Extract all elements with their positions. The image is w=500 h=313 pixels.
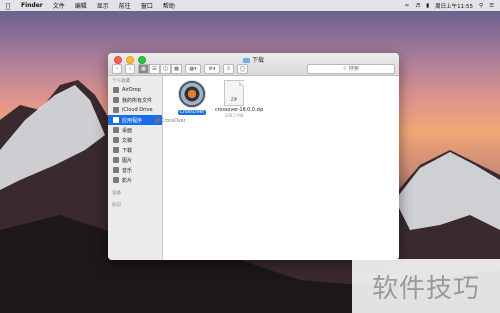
window-title-text: 下载 <box>251 57 264 64</box>
menu-file[interactable]: 文件 <box>48 1 70 10</box>
sidebar-item-documents[interactable]: 文稿 <box>108 135 162 145</box>
sidebar-item-label: iCloud Drive <box>122 107 153 113</box>
sidebar-item-all-files[interactable]: 我的所有文件 <box>108 95 162 105</box>
watermark: 软件技巧 <box>352 259 500 313</box>
cover-flow-button[interactable]: ▩ <box>171 63 182 74</box>
sidebar-item-pictures[interactable]: 图片 <box>108 155 162 165</box>
toolbar: ‹ › ▦ ☰ ◫ ▩ ▦▾ ⚙▾ ⇧ ◯ ⚲ <box>112 63 395 74</box>
apple-icon[interactable]:  <box>0 2 16 10</box>
column-view-button[interactable]: ◫ <box>160 63 171 74</box>
music-icon <box>113 167 119 173</box>
group-button[interactable]: ▦▾ <box>185 63 201 74</box>
sidebar-item-desktop[interactable]: 桌面 <box>108 125 162 135</box>
documents-icon <box>113 137 119 143</box>
file-size: 208.5 MB <box>224 113 244 118</box>
tags-button[interactable]: ◯ <box>237 63 248 74</box>
zip-tag: ZIP <box>230 97 238 102</box>
file-name: CrossOver <box>177 110 207 115</box>
file-browser-content[interactable]: CrossOver ZIP crossover-16.0.0.zip 208.5… <box>155 76 399 260</box>
back-button[interactable]: ‹ <box>112 63 122 74</box>
crossover-app-icon <box>178 80 206 108</box>
view-switcher: ▦ ☰ ◫ ▩ <box>138 63 182 74</box>
notification-center-icon[interactable]: ☰ <box>489 3 494 9</box>
clock[interactable]: 周日上午11:55 <box>435 2 473 10</box>
sidebar-item-downloads[interactable]: 下载 <box>108 145 162 155</box>
pictures-icon <box>113 157 119 163</box>
sidebar: 个人收藏 AirDrop 我的所有文件 iCloud Drive 应用程序 桌面… <box>108 76 163 260</box>
action-gear-button[interactable]: ⚙▾ <box>204 63 220 74</box>
drag-preview: CrossOver <box>155 118 186 124</box>
sidebar-item-label: 桌面 <box>122 127 133 134</box>
search-field[interactable]: ⚲ <box>307 63 395 74</box>
desktop-icon <box>113 127 119 133</box>
crossover-drag-icon <box>155 118 160 123</box>
sidebar-item-label: 图片 <box>122 157 133 164</box>
downloads-icon <box>113 147 119 153</box>
window-titlebar[interactable]: 下载 ‹ › ▦ ☰ ◫ ▩ ▦▾ ⚙▾ ⇧ ◯ ⚲ <box>108 53 399 76</box>
search-input[interactable] <box>348 65 359 72</box>
folder-icon <box>242 57 250 63</box>
sidebar-item-music[interactable]: 音乐 <box>108 165 162 175</box>
status-area: ≈ ♬ ▮ 周日上午11:55 ⚲ ☰ <box>405 2 500 10</box>
airdrop-icon <box>113 87 119 93</box>
menu-go[interactable]: 前往 <box>114 1 136 10</box>
all-files-icon <box>113 97 119 103</box>
icon-view-button[interactable]: ▦ <box>138 63 149 74</box>
sidebar-item-label: 音乐 <box>122 167 133 174</box>
share-button[interactable]: ⇧ <box>223 63 234 74</box>
sidebar-section-tags: 标记 <box>112 203 121 208</box>
search-icon: ⚲ <box>343 65 347 72</box>
menu-view[interactable]: 显示 <box>92 1 114 10</box>
wifi-icon[interactable]: ≈ <box>405 3 410 9</box>
sidebar-item-label: 影片 <box>122 177 133 184</box>
sidebar-item-airdrop[interactable]: AirDrop <box>108 85 162 95</box>
menu-help[interactable]: 帮助 <box>158 1 180 10</box>
battery-icon[interactable]: ▮ <box>426 3 429 9</box>
file-item-crossover-app[interactable]: CrossOver <box>171 80 213 115</box>
menu-bar:  Finder 文件 编辑 显示 前往 窗口 帮助 ≈ ♬ ▮ 周日上午11:… <box>0 0 500 11</box>
sidebar-item-icloud-drive[interactable]: iCloud Drive <box>108 105 162 115</box>
volume-icon[interactable]: ♬ <box>415 3 420 9</box>
menu-window[interactable]: 窗口 <box>136 1 158 10</box>
zip-file-icon: ZIP <box>224 80 244 106</box>
menu-edit[interactable]: 编辑 <box>70 1 92 10</box>
file-item-crossover-zip[interactable]: ZIP crossover-16.0.0.zip 208.5 MB <box>213 80 263 118</box>
drag-label: CrossOver <box>161 119 186 124</box>
sidebar-item-applications[interactable]: 应用程序 <box>108 115 162 125</box>
sidebar-item-label: 文稿 <box>122 137 133 144</box>
cloud-icon <box>113 107 119 113</box>
search-icon[interactable]: ⚲ <box>479 3 483 9</box>
finder-window: 下载 ‹ › ▦ ☰ ◫ ▩ ▦▾ ⚙▾ ⇧ ◯ ⚲ 个人收藏 AirDrop … <box>108 53 399 260</box>
menu-app-finder[interactable]: Finder <box>16 2 48 9</box>
sidebar-item-movies[interactable]: 影片 <box>108 175 162 185</box>
sidebar-item-label: 应用程序 <box>122 117 143 124</box>
applications-icon <box>113 117 119 123</box>
sidebar-item-label: AirDrop <box>122 87 141 93</box>
movies-icon <box>113 177 119 183</box>
forward-button[interactable]: › <box>125 63 135 74</box>
sidebar-item-label: 下载 <box>122 147 133 154</box>
sidebar-section-devices: 设备 <box>112 191 121 196</box>
sidebar-item-label: 我的所有文件 <box>122 97 153 104</box>
sidebar-section-favorites: 个人收藏 <box>112 79 130 84</box>
list-view-button[interactable]: ☰ <box>149 63 160 74</box>
